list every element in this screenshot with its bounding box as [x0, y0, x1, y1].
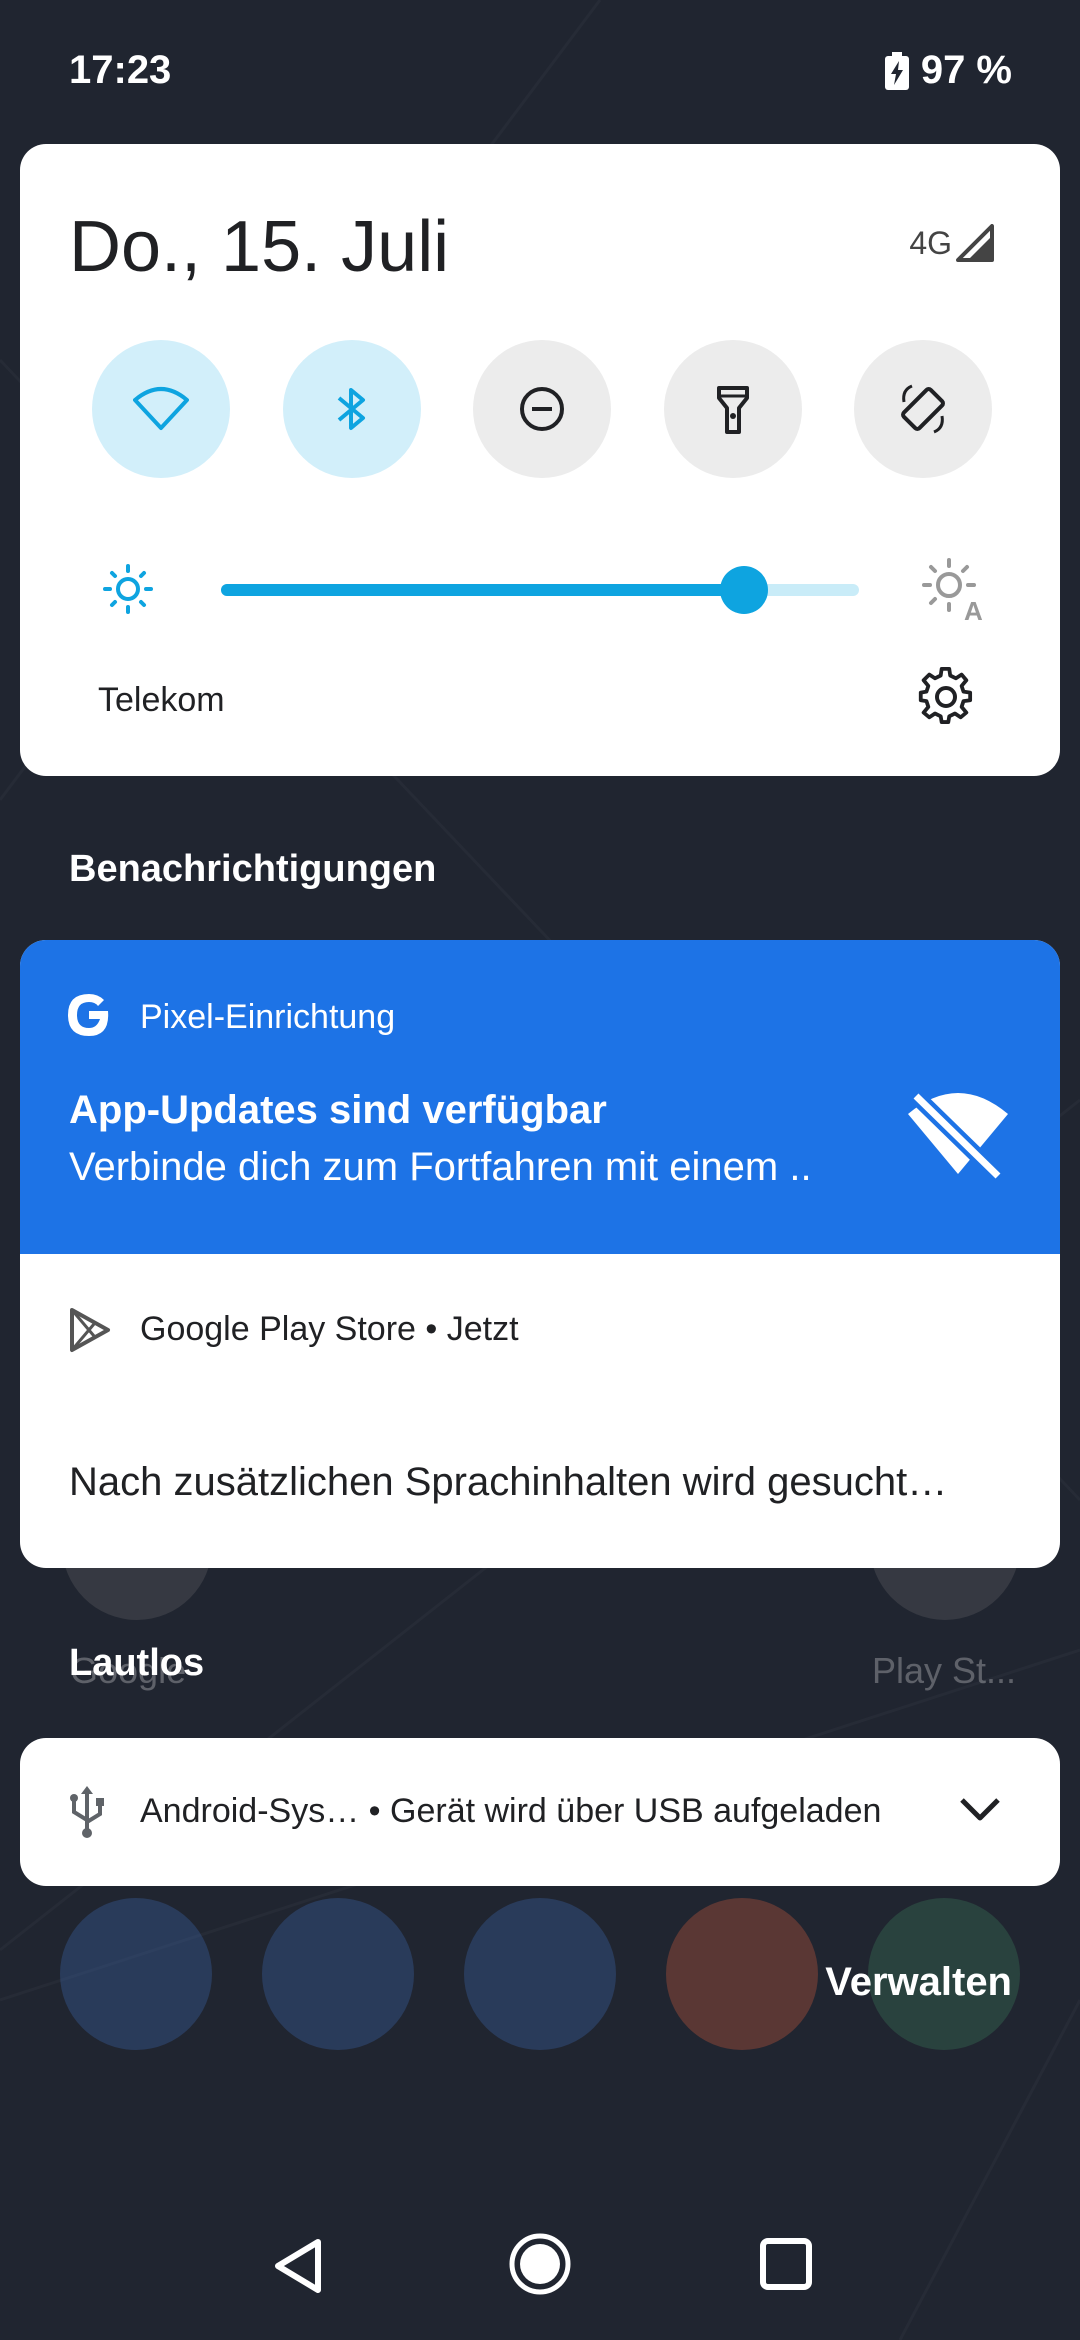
play-store-header: Google Play Store • Jetzt: [140, 1310, 519, 1349]
brightness-control: A: [20, 544, 1060, 634]
separator-dot: •: [368, 1792, 391, 1830]
usb-icon: [70, 1786, 104, 1838]
play-store-app-name: Google Play Store: [140, 1310, 416, 1348]
notification-group[interactable]: Pixel-Einrichtung App-Updates sind verfü…: [20, 940, 1060, 1568]
do-not-disturb-icon: [520, 387, 564, 431]
home-icon[interactable]: [508, 2232, 572, 2296]
expand-chevron-icon[interactable]: [956, 1790, 1004, 1830]
wifi-off-icon: [908, 1090, 1008, 1180]
settings-gear-icon[interactable]: [916, 666, 976, 726]
quick-settings-panel: Do., 15. Juli 4G A Telekom: [20, 144, 1060, 776]
status-time: 17:23: [69, 48, 172, 92]
brightness-slider-thumb[interactable]: [720, 566, 769, 614]
status-right: 97 %: [884, 48, 1012, 93]
auto-rotate-icon: [901, 384, 945, 434]
android-system-app-name: Android-Sys…: [140, 1792, 360, 1830]
play-store-icon: [70, 1308, 110, 1352]
dock-contacts-icon: [464, 1898, 616, 2050]
quick-tiles: [92, 340, 992, 478]
notifications-header: Benachrichtigungen: [69, 848, 437, 890]
android-system-line: Android-Sys… • Gerät wird über USB aufge…: [140, 1792, 881, 1831]
battery-charging-icon: [884, 51, 909, 90]
flashlight-tile[interactable]: [663, 340, 802, 478]
bluetooth-icon: [337, 388, 365, 430]
auto-brightness-icon[interactable]: A: [922, 558, 986, 620]
do-not-disturb-tile[interactable]: [473, 340, 611, 478]
dock-phone-icon: [60, 1898, 212, 2050]
flashlight-icon: [716, 386, 749, 434]
dock-chrome-icon: [666, 1898, 818, 2050]
wifi-tile[interactable]: [92, 340, 230, 478]
setup-notification[interactable]: Pixel-Einrichtung App-Updates sind verfü…: [20, 940, 1060, 1254]
manage-button[interactable]: Verwalten: [825, 1960, 1012, 2005]
dock-messages-icon: [262, 1898, 414, 2050]
home-label-play-store: Play St...: [872, 1650, 1017, 1691]
back-icon[interactable]: [270, 2236, 326, 2296]
svg-text:A: A: [964, 596, 983, 620]
setup-text: Verbinde dich zum Fortfahren mit einem .…: [69, 1145, 812, 1189]
recents-icon[interactable]: [758, 2236, 814, 2292]
battery-percentage: 97 %: [920, 48, 1012, 92]
android-system-text: Gerät wird über USB aufgeladen: [390, 1792, 882, 1830]
google-g-icon: [68, 994, 109, 1036]
signal-icon: [956, 224, 994, 262]
play-store-time: Jetzt: [446, 1310, 519, 1348]
bluetooth-tile[interactable]: [282, 340, 421, 478]
setup-title: App-Updates sind verfügbar: [69, 1088, 607, 1132]
date-label: Do., 15. Juli: [69, 207, 450, 287]
brightness-low-icon: [103, 564, 153, 614]
setup-app-name: Pixel-Einrichtung: [140, 998, 396, 1036]
silent-header: Lautlos: [69, 1642, 205, 1684]
network-type: 4G: [909, 224, 952, 261]
brightness-slider-fill: [221, 584, 745, 596]
navigation-bar: [0, 2220, 1080, 2320]
network-status: 4G: [909, 224, 994, 262]
carrier-label: Telekom: [98, 681, 225, 719]
brightness-slider[interactable]: [221, 566, 859, 614]
separator-dot: •: [425, 1310, 447, 1348]
wifi-icon: [133, 387, 189, 430]
android-system-notification[interactable]: Android-Sys… • Gerät wird über USB aufge…: [20, 1738, 1060, 1886]
play-store-text: Nach zusätzlichen Sprachinhalten wird ge…: [69, 1460, 948, 1504]
auto-rotate-tile[interactable]: [854, 340, 992, 478]
